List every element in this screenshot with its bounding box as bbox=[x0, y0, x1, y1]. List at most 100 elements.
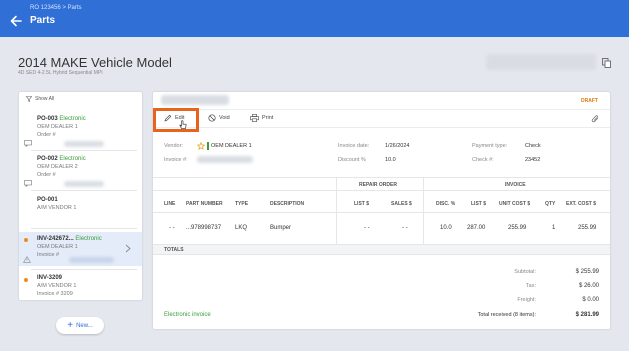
new-button-label: New... bbox=[76, 322, 93, 329]
void-button[interactable]: Void bbox=[208, 114, 230, 122]
po-type: Electronic bbox=[75, 236, 102, 242]
tax-value: $ 26.00 bbox=[578, 283, 599, 289]
unread-dot bbox=[24, 278, 28, 282]
subtotal-value: $ 255.99 bbox=[575, 269, 599, 275]
tax-label: Tax: bbox=[525, 283, 536, 289]
hand-cursor-icon bbox=[179, 120, 187, 129]
cell-qty: 1 bbox=[552, 225, 556, 231]
freight-value: $ 0.00 bbox=[582, 297, 599, 303]
invoice-date-label: Invoice date: bbox=[338, 143, 370, 149]
po-number: PO-003 bbox=[37, 116, 58, 122]
po-invoice-label: Invoice # 3209 bbox=[37, 291, 73, 297]
po-order-label: Order # bbox=[37, 172, 56, 178]
list-item-po-001[interactable]: PO-001 A/M VENDOR 1 bbox=[19, 194, 137, 224]
order-redacted bbox=[64, 181, 104, 187]
col-invoice-list: LIST $ bbox=[471, 201, 487, 207]
invoice-number-redacted bbox=[197, 156, 253, 163]
vendor-label: Vendor: bbox=[164, 143, 183, 149]
po-dealer: OEM DEALER 2 bbox=[37, 164, 78, 170]
void-label: Void bbox=[219, 115, 230, 121]
total-received-value: $ 281.99 bbox=[575, 312, 599, 318]
col-ext-cost: EXT. COST $ bbox=[566, 201, 597, 207]
electronic-vendor-marker bbox=[207, 142, 209, 150]
copy-icon[interactable] bbox=[602, 58, 611, 68]
col-disc: DISC. % bbox=[436, 201, 456, 207]
vin-redacted bbox=[486, 54, 596, 70]
back-arrow-icon[interactable] bbox=[9, 14, 23, 28]
col-sales: SALES $ bbox=[391, 201, 412, 207]
po-dealer: A/M VENDOR 1 bbox=[37, 205, 77, 211]
invoice-panel: DRAFT Edit Void Print Vendor: OEM DEALER… bbox=[153, 92, 610, 329]
cell-unit-cost: 255.99 bbox=[508, 225, 527, 231]
freight-label: Freight: bbox=[517, 297, 536, 303]
col-group-invoice: INVOICE bbox=[505, 182, 526, 188]
check-number-label: Check #: bbox=[472, 157, 494, 163]
filter-show-all[interactable]: Show All bbox=[26, 96, 54, 102]
po-dealer: OEM DEALER 1 bbox=[37, 124, 78, 130]
app-header: RO 123456 > Parts Parts bbox=[0, 0, 629, 37]
po-number: INV-3209 bbox=[37, 275, 63, 281]
cell-line: - - bbox=[169, 225, 175, 231]
po-number: PO-002 bbox=[37, 156, 58, 162]
cell-part-number: ...978998737 bbox=[186, 225, 222, 231]
star-icon[interactable] bbox=[197, 142, 205, 150]
void-icon bbox=[208, 114, 216, 122]
cell-disc: 10.0 bbox=[440, 225, 452, 231]
cell-description: Bumper bbox=[270, 225, 292, 231]
print-label: Print bbox=[262, 115, 274, 121]
col-type: TYPE bbox=[235, 201, 249, 207]
attachment-icon[interactable] bbox=[591, 115, 600, 124]
discount-label: Discount % bbox=[338, 157, 366, 163]
electronic-invoice-label: Electronic invoice bbox=[164, 312, 211, 318]
filter-label: Show All bbox=[35, 96, 55, 102]
message-icon bbox=[24, 180, 32, 187]
po-type: Electronic bbox=[59, 116, 86, 122]
cell-sales: - - bbox=[402, 225, 408, 231]
subtotal-label: Subtotal: bbox=[514, 269, 536, 275]
col-group-repair-order: REPAIR ORDER bbox=[359, 182, 397, 188]
po-number: INV-242672... bbox=[37, 236, 74, 242]
invoice-title-redacted bbox=[161, 95, 229, 105]
col-list: LIST $ bbox=[354, 201, 370, 207]
plus-icon: + bbox=[67, 319, 74, 331]
po-type: Electronic bbox=[59, 156, 86, 162]
status-badge: DRAFT bbox=[581, 98, 598, 104]
col-unit-cost: UNIT COST $ bbox=[499, 201, 531, 207]
col-qty: QTY bbox=[545, 201, 556, 207]
col-part-number: PART NUMBER bbox=[186, 201, 223, 207]
cell-list: - - bbox=[364, 225, 370, 231]
vehicle-title: 2014 MAKE Vehicle Model bbox=[18, 55, 172, 70]
col-description: DESCRIPTION bbox=[270, 201, 305, 207]
total-received-label: Total received (8 items): bbox=[477, 312, 536, 318]
po-order-label: Order # bbox=[37, 132, 56, 138]
warning-icon bbox=[23, 256, 31, 263]
po-number: PO-001 bbox=[37, 197, 58, 203]
totals-header bbox=[153, 244, 610, 255]
toolbar: Edit Void Print bbox=[153, 109, 610, 128]
po-list-panel: Show All PO-003 Electronic OEM DEALER 1 … bbox=[19, 92, 142, 300]
discount-value: 10.0 bbox=[385, 157, 396, 163]
cell-ext-cost: 255.99 bbox=[578, 225, 597, 231]
cell-invoice-list: 287.00 bbox=[467, 225, 486, 231]
printer-icon bbox=[250, 114, 259, 122]
invoice-date-value: 1/26/2024 bbox=[385, 143, 410, 149]
payment-type-value: Check bbox=[525, 143, 541, 149]
payment-type-label: Payment type: bbox=[472, 143, 508, 149]
cell-type: LKQ bbox=[235, 225, 248, 231]
list-item-inv-3209[interactable]: INV-3209 A/M VENDOR 1 Invoice # 3209 bbox=[19, 272, 137, 300]
message-icon bbox=[24, 140, 32, 147]
invoice-redacted bbox=[69, 257, 114, 263]
po-dealer: A/M VENDOR 1 bbox=[37, 283, 77, 289]
new-po-button[interactable]: + New... bbox=[56, 317, 104, 334]
edit-highlight bbox=[153, 108, 199, 132]
breadcrumb[interactable]: RO 123456 > Parts bbox=[30, 5, 82, 11]
chevron-right-icon[interactable] bbox=[125, 244, 131, 253]
invoice-number-label: Invoice #: bbox=[164, 157, 188, 163]
check-number-value: 23452 bbox=[525, 157, 541, 163]
page-title: Parts bbox=[30, 15, 56, 26]
filter-icon bbox=[26, 96, 32, 102]
print-button[interactable]: Print bbox=[250, 114, 273, 122]
totals-title: TOTALS bbox=[164, 247, 184, 253]
col-line: LINE bbox=[164, 201, 176, 207]
vehicle-subtitle: 4D SED 4-2.5L Hybrid Sequential MPI bbox=[18, 70, 103, 76]
